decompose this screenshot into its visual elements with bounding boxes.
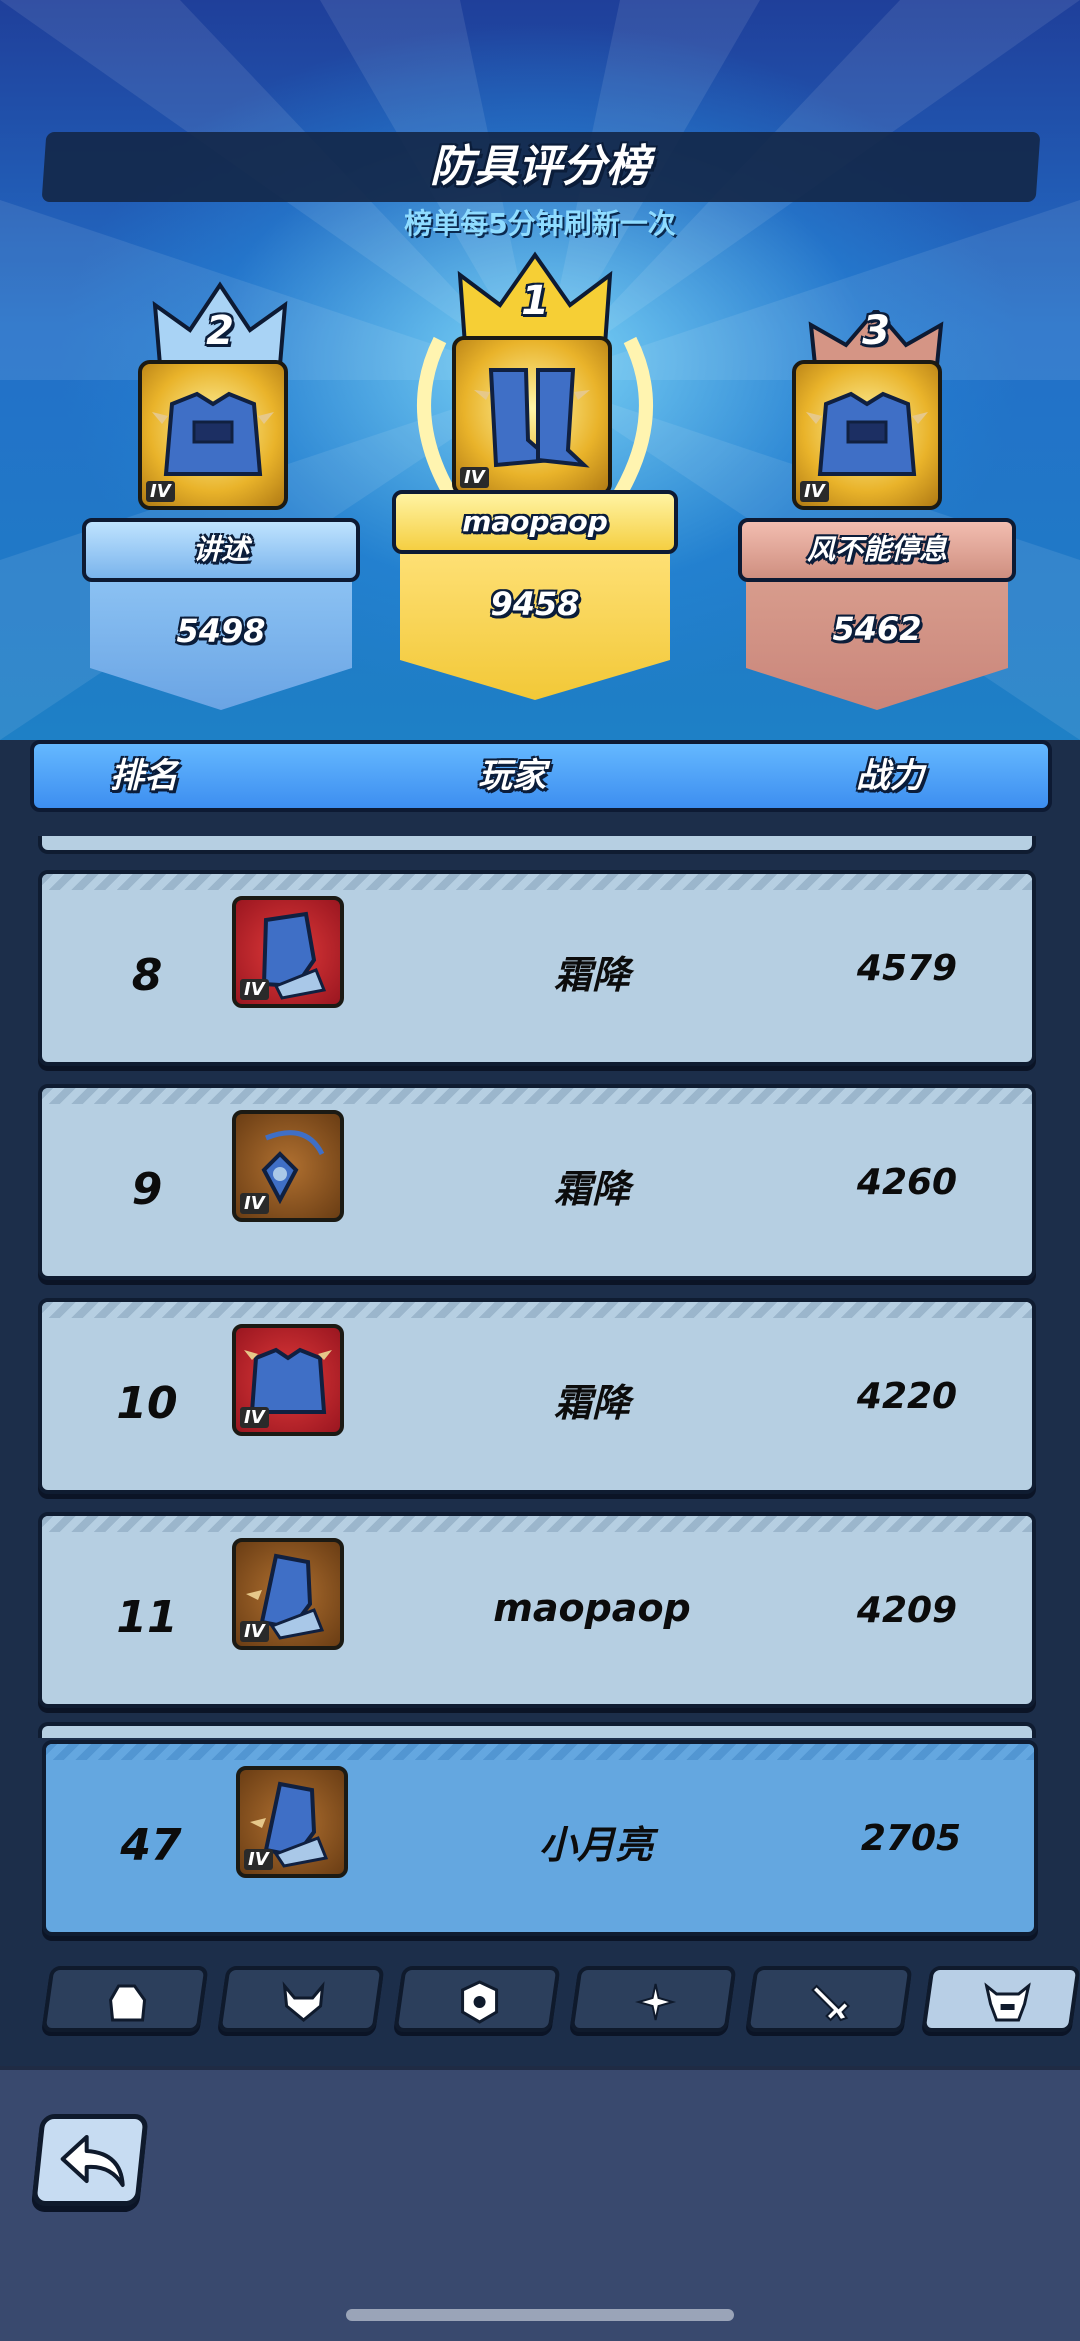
table-row[interactable]: 9 IV 霜降 4260 — [38, 1084, 1036, 1280]
column-power: 战力 — [856, 756, 924, 796]
chest-armor-icon: IV — [232, 1324, 344, 1436]
tab-glove[interactable] — [41, 1966, 209, 2032]
podium-score: 9458 — [490, 585, 580, 623]
row-player-name: 霜降 — [553, 1167, 630, 1211]
gauntlet-icon: IV — [236, 1766, 348, 1878]
bottom-bar — [0, 2066, 1080, 2341]
column-header: 排名 玩家 战力 — [30, 740, 1052, 812]
table-row[interactable]: 11 IV maopaop 4209 — [38, 1512, 1036, 1708]
horned-helmet-tab-icon — [282, 1981, 325, 2022]
row-player-name: maopaop — [493, 1586, 691, 1630]
tier-badge: IV — [240, 1407, 269, 1428]
row-player-name: 霜降 — [553, 953, 630, 997]
list-row-partial — [38, 836, 1036, 854]
glove-tab-icon — [109, 1984, 147, 2022]
row-rank: 10 — [116, 1378, 178, 1429]
podium-score: 5462 — [832, 610, 922, 648]
sparkle-tab-icon — [634, 1983, 677, 2021]
tier-badge: IV — [244, 1849, 273, 1870]
row-rank: 8 — [131, 950, 163, 1001]
row-power: 4209 — [856, 1590, 958, 1631]
podium-score: 5498 — [176, 612, 266, 650]
tab-horned-helmet[interactable] — [217, 1966, 385, 2032]
tab-sword[interactable] — [745, 1966, 913, 2032]
my-rank-row[interactable]: 47 IV 小月亮 2705 — [42, 1740, 1038, 1936]
row-player-name: 霜降 — [553, 1381, 630, 1425]
helmet-tab-icon — [984, 1982, 1031, 2022]
page-title: 防具评分榜 — [430, 141, 650, 192]
armor-chest-icon: IV — [138, 360, 288, 510]
row-power: 2705 — [860, 1818, 962, 1859]
sword-tab-icon — [811, 1984, 850, 2022]
tier-badge: IV — [240, 979, 269, 1000]
gauntlet-icon: IV — [232, 896, 344, 1008]
podium-rank: 3 — [862, 308, 890, 354]
armor-boots-icon: IV — [452, 336, 612, 496]
tier-badge: IV — [240, 1193, 269, 1214]
tier-badge: IV — [146, 481, 175, 502]
refresh-notice: 榜单每5分钟刷新一次 — [404, 207, 676, 240]
row-power: 4220 — [856, 1376, 958, 1417]
row-power: 4260 — [856, 1162, 958, 1203]
column-rank: 排名 — [110, 756, 178, 796]
back-arrow-icon — [60, 2135, 125, 2187]
tab-helmet[interactable] — [921, 1966, 1080, 2032]
back-button[interactable] — [31, 2114, 149, 2206]
podium-rank: 1 — [521, 278, 549, 324]
tab-sparkle[interactable] — [569, 1966, 737, 2032]
table-row[interactable]: 10 IV 霜降 4220 — [38, 1298, 1036, 1494]
podium-first[interactable]: 1 IV maopaop 9458 — [392, 240, 678, 700]
row-power: 4579 — [856, 948, 958, 989]
gauntlet-icon: IV — [232, 1538, 344, 1650]
row-rank: 47 — [120, 1820, 182, 1871]
row-player-name: 小月亮 — [538, 1823, 653, 1867]
podium-third[interactable]: 3 IV 风不能停息 5462 — [738, 270, 1016, 720]
tab-shield[interactable] — [393, 1966, 561, 2032]
podium-name: 讲述 — [82, 518, 360, 582]
row-rank: 11 — [116, 1592, 178, 1643]
tier-badge: IV — [800, 481, 829, 502]
podium-name: maopaop — [392, 490, 678, 554]
list-row-partial — [38, 1722, 1036, 1738]
podium-name: 风不能停息 — [738, 518, 1016, 582]
armor-chest-icon: IV — [792, 360, 942, 510]
tier-badge: IV — [460, 467, 489, 488]
amulet-icon: IV — [232, 1110, 344, 1222]
row-rank: 9 — [131, 1164, 163, 1215]
podium-rank: 2 — [206, 308, 234, 354]
column-player: 玩家 — [478, 756, 546, 796]
shield-tab-icon — [461, 1980, 499, 2024]
tier-badge: IV — [240, 1621, 269, 1642]
table-row[interactable]: 8 IV 霜降 4579 — [38, 870, 1036, 1066]
home-indicator[interactable] — [346, 2309, 734, 2321]
podium-second[interactable]: 2 IV 讲述 5498 — [82, 270, 360, 720]
